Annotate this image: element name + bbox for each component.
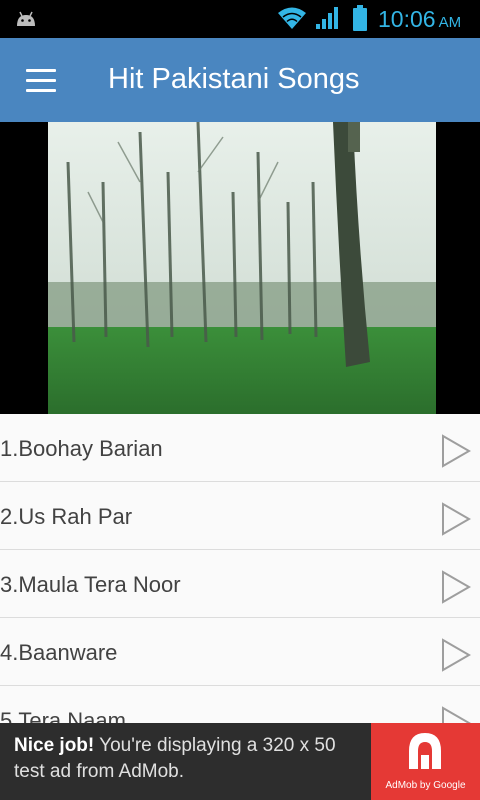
song-title: 3.Maula Tera Noor: [0, 572, 181, 597]
list-item[interactable]: 5.Tera Naam: [0, 686, 480, 723]
video-thumbnail: [48, 122, 436, 414]
play-icon[interactable]: [440, 502, 472, 536]
list-item[interactable]: 4.Baanware: [0, 618, 480, 686]
play-icon[interactable]: [440, 570, 472, 604]
ad-banner[interactable]: Nice job! You're displaying a 320 x 50 t…: [0, 723, 480, 800]
app-bar: Hit Pakistani Songs: [0, 38, 480, 122]
ad-headline: Nice job!: [14, 735, 95, 756]
list-item[interactable]: 3.Maula Tera Noor: [0, 550, 480, 618]
song-title: 4.Baanware: [0, 640, 118, 665]
status-bar: 10:06 AM: [0, 0, 480, 38]
song-title: 2.Us Rah Par: [0, 504, 133, 529]
wifi-icon: [278, 7, 306, 29]
android-icon: [17, 11, 35, 26]
hamburger-menu-icon[interactable]: [26, 69, 56, 92]
app-title: Hit Pakistani Songs: [108, 63, 360, 95]
admob-brand-label: AdMob by Google: [385, 780, 466, 791]
play-icon[interactable]: [440, 706, 472, 723]
ad-text: Nice job! You're displaying a 320 x 50 t…: [14, 733, 364, 785]
play-icon[interactable]: [440, 434, 472, 468]
song-title: 5.Tera Naam: [0, 708, 126, 723]
signal-icon: [316, 7, 338, 29]
song-title: 1.Boohay Barian: [0, 436, 163, 461]
play-icon[interactable]: [440, 638, 472, 672]
admob-logo-icon: [409, 733, 441, 769]
video-player[interactable]: [0, 122, 480, 414]
status-time: 10:06 AM: [378, 6, 462, 32]
admob-logo-box[interactable]: AdMob by Google: [371, 723, 480, 800]
list-item[interactable]: 1.Boohay Barian: [0, 414, 480, 482]
list-item[interactable]: 2.Us Rah Par: [0, 482, 480, 550]
song-list: 1.Boohay Barian 2.Us Rah Par 3.Maula Ter…: [0, 414, 480, 723]
battery-icon: [353, 5, 367, 31]
